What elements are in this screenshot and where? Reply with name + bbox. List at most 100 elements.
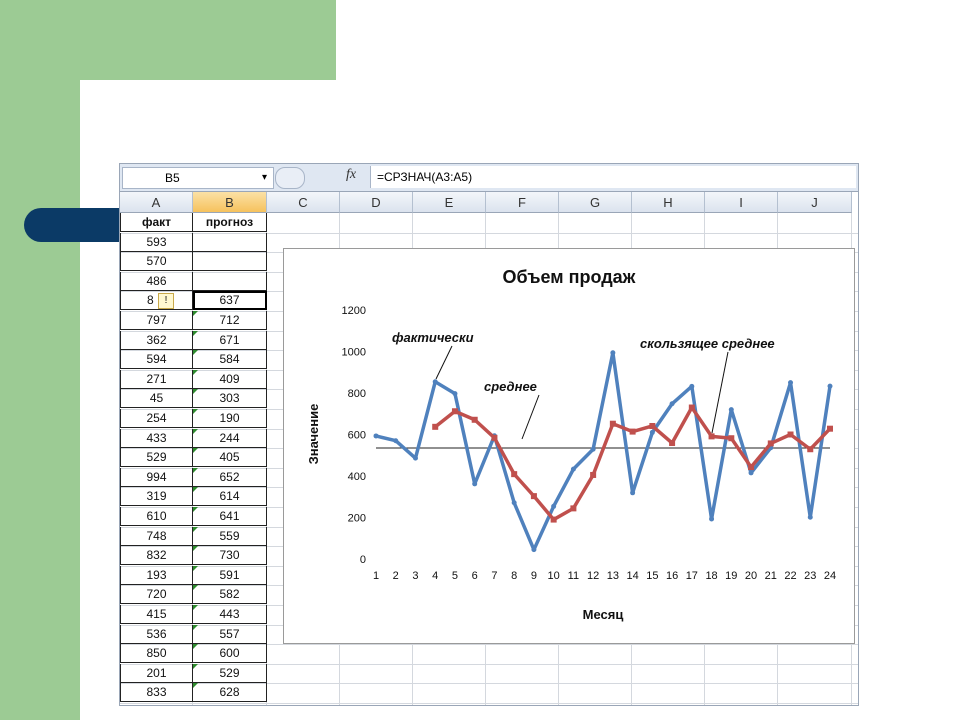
cell-fact[interactable]: 193	[120, 565, 193, 585]
cell-fact[interactable]: 832	[120, 546, 193, 566]
cell-fact[interactable]: 536	[120, 624, 193, 644]
column-header-d[interactable]: D	[340, 192, 413, 213]
cell-forecast[interactable]	[193, 271, 267, 291]
cell-fact[interactable]: 720	[120, 585, 193, 605]
cell-forecast[interactable]: 405	[193, 448, 267, 468]
cell-fact[interactable]: 994	[120, 467, 193, 487]
cell-fact[interactable]: 610	[120, 507, 193, 526]
data-point-moving-average	[609, 420, 616, 427]
cell-fact[interactable]: 415	[120, 605, 193, 624]
function-icon[interactable]: fx	[346, 167, 356, 183]
cell-forecast[interactable]: 637	[193, 291, 267, 311]
x-tick-label: 18	[705, 570, 717, 582]
formula-indicator-icon	[193, 565, 198, 571]
cell-forecast[interactable]: 529	[193, 663, 267, 683]
cell-fact[interactable]: 433	[120, 428, 193, 448]
data-point-moving-average	[748, 464, 755, 471]
cell-forecast[interactable]: 671	[193, 330, 267, 350]
cell-forecast[interactable]: 614	[193, 487, 267, 507]
x-tick-label: 12	[587, 570, 599, 582]
column-header-j[interactable]: J	[778, 192, 852, 213]
data-point-actual	[649, 429, 655, 435]
data-point-actual	[748, 470, 754, 476]
cell-fact[interactable]: 201	[120, 663, 193, 683]
y-tick-label: 400	[348, 471, 366, 483]
cell-forecast[interactable]	[193, 232, 267, 252]
cell-forecast[interactable]	[193, 252, 267, 272]
cell-forecast[interactable]: 557	[193, 624, 267, 644]
cell-forecast[interactable]: 730	[193, 546, 267, 566]
data-point-moving-average	[432, 423, 439, 430]
column-header-b[interactable]: B	[193, 192, 267, 213]
cell-fact[interactable]: 45	[120, 389, 193, 409]
data-point-actual	[432, 379, 438, 385]
cell-forecast[interactable]: 628	[193, 683, 267, 703]
data-point-actual	[788, 380, 794, 386]
cell-forecast[interactable]: 244	[193, 428, 267, 448]
column-header-a[interactable]: A	[120, 192, 193, 213]
cell-forecast[interactable]: 582	[193, 585, 267, 605]
cell-fact[interactable]: 594	[120, 350, 193, 370]
cell-forecast[interactable]: 443	[193, 605, 267, 624]
formula-indicator-icon	[193, 350, 198, 356]
column-header-i[interactable]: I	[705, 192, 778, 213]
sales-chart[interactable]: Объем продаж 0 200 400 600 800 1000 1200 1 2 3 4 5 6 7…	[283, 248, 855, 644]
cell-fact[interactable]: 529	[120, 448, 193, 468]
data-point-moving-average	[511, 471, 518, 478]
cell-forecast[interactable]: 584	[193, 350, 267, 370]
cell-fact[interactable]: 254	[120, 409, 193, 428]
x-tick-label: 14	[626, 570, 638, 582]
cell-forecast[interactable]: 600	[193, 644, 267, 664]
data-point-actual	[630, 490, 636, 496]
formula-indicator-icon	[193, 624, 198, 630]
x-tick-label: 7	[491, 570, 497, 582]
cell-fact[interactable]: 570	[120, 252, 193, 272]
formula-indicator-icon	[193, 448, 198, 454]
column-header-h[interactable]: H	[632, 192, 705, 213]
cell-forecast[interactable]: 559	[193, 526, 267, 546]
header-cell-fact[interactable]: факт	[120, 213, 193, 232]
header-cell-forecast[interactable]: прогноз	[193, 213, 267, 232]
cell-forecast[interactable]: 303	[193, 389, 267, 409]
name-box[interactable]: B5 ▾	[122, 167, 274, 189]
error-warning-icon[interactable]: !	[158, 293, 174, 310]
data-point-actual	[807, 514, 813, 520]
cell-forecast[interactable]: 712	[193, 311, 267, 330]
cell-fact[interactable]: 833	[120, 683, 193, 703]
column-header-e[interactable]: E	[413, 192, 486, 213]
data-point-actual	[669, 401, 675, 407]
cell-fact[interactable]: 486	[120, 271, 193, 291]
cell-forecast[interactable]: 591	[193, 565, 267, 585]
data-point-actual	[531, 547, 537, 553]
cell-fact[interactable]: 8!	[120, 291, 193, 311]
cell-forecast[interactable]: 190	[193, 409, 267, 428]
data-point-moving-average	[629, 428, 636, 435]
formula-input[interactable]: =СРЗНАЧ(A3:A5)	[370, 166, 856, 188]
data-point-actual	[373, 433, 379, 439]
column-header-f[interactable]: F	[486, 192, 559, 213]
data-point-moving-average	[767, 440, 774, 447]
data-point-actual	[590, 446, 596, 452]
formula-bar-scroll-handle[interactable]	[275, 167, 305, 189]
formula-indicator-icon	[193, 683, 198, 689]
cell-forecast[interactable]: 409	[193, 369, 267, 389]
formula-indicator-icon	[193, 585, 198, 591]
column-header-c[interactable]: C	[267, 192, 340, 213]
x-tick-label: 17	[686, 570, 698, 582]
x-tick-label: 5	[452, 570, 458, 582]
x-tick-label: 2	[393, 570, 399, 582]
cell-fact[interactable]: 319	[120, 487, 193, 507]
cell-fact[interactable]: 850	[120, 644, 193, 664]
cell-fact[interactable]: 797	[120, 311, 193, 330]
x-tick-label: 19	[725, 570, 737, 582]
cell-forecast[interactable]: 641	[193, 507, 267, 526]
cell-fact[interactable]: 748	[120, 526, 193, 546]
cell-forecast[interactable]: 652	[193, 467, 267, 487]
formula-indicator-icon	[193, 526, 198, 532]
cell-fact[interactable]: 271	[120, 369, 193, 389]
cell-fact[interactable]: 362	[120, 330, 193, 350]
cell-fact[interactable]: 593	[120, 232, 193, 252]
data-point-moving-average	[570, 505, 577, 512]
chevron-down-icon[interactable]: ▾	[262, 168, 267, 188]
column-header-g[interactable]: G	[559, 192, 632, 213]
